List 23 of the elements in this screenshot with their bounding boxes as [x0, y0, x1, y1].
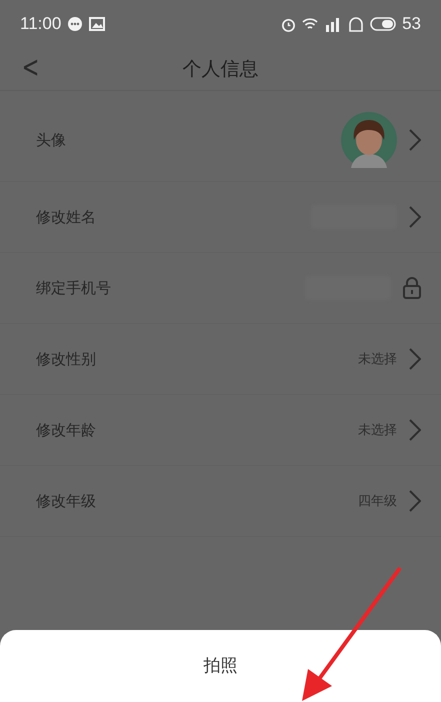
chat-icon: [67, 16, 84, 32]
row-label: 修改性别: [36, 350, 97, 368]
alarm-icon: [281, 16, 296, 32]
row-label: 修改年龄: [36, 420, 97, 440]
page-title: 个人信息: [182, 57, 258, 82]
row-value: 四年级: [358, 493, 397, 510]
settings-row[interactable]: 修改性别 未选择: [0, 324, 441, 395]
row-label: 头像: [36, 130, 67, 150]
wifi-icon: [302, 17, 318, 31]
row-label: 绑定手机号: [36, 278, 112, 298]
status-time: 11:00: [20, 14, 62, 34]
back-button[interactable]: <: [22, 52, 40, 84]
battery-level: 53: [402, 14, 421, 34]
settings-row[interactable]: 修改年级 四年级: [0, 466, 441, 537]
row-label: 修改姓名: [36, 208, 97, 226]
row-value: 未选择: [358, 351, 397, 368]
settings-row[interactable]: 头像: [0, 99, 441, 182]
row-label: 修改年级: [36, 492, 97, 510]
row-value: 未选择: [358, 422, 397, 439]
battery-icon: [370, 17, 396, 31]
sheet-option[interactable]: 拍照: [200, 652, 242, 678]
settings-row[interactable]: 修改年龄 未选择: [0, 395, 441, 466]
image-icon: [89, 17, 106, 31]
